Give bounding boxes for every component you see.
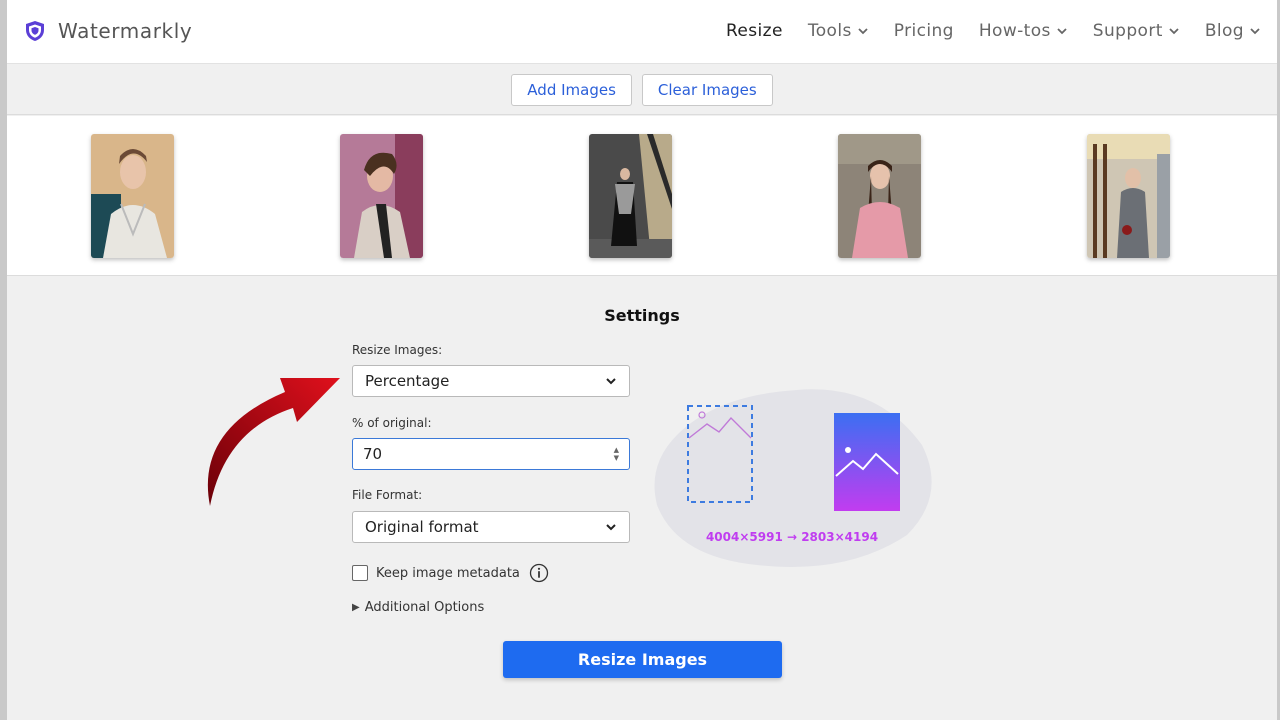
nav-pricing-label: Pricing — [894, 21, 954, 41]
number-stepper[interactable]: ▲▼ — [614, 446, 619, 462]
nav-tools-label: Tools — [808, 21, 852, 41]
keep-metadata-label: Keep image metadata — [376, 566, 520, 581]
image-toolbar: Add Images Clear Images — [7, 65, 1277, 115]
resize-mode-value: Percentage — [365, 372, 449, 390]
resize-preview-illustration — [647, 385, 947, 575]
keep-metadata-checkbox[interactable] — [352, 565, 368, 581]
file-format-value: Original format — [365, 518, 479, 536]
additional-options-toggle[interactable]: ▶ Additional Options — [352, 600, 484, 615]
resize-mode-select[interactable]: Percentage — [352, 365, 630, 397]
nav-resize[interactable]: Resize — [726, 21, 783, 41]
resize-images-button[interactable]: Resize Images — [503, 641, 782, 678]
thumbnail-image[interactable] — [340, 134, 423, 258]
nav-how-tos-label: How-tos — [979, 21, 1051, 41]
nav-support[interactable]: Support — [1093, 21, 1180, 41]
site-header: Watermarkly Resize Tools Pricing How-tos… — [7, 0, 1277, 64]
nav-how-tos[interactable]: How-tos — [979, 21, 1068, 41]
additional-options-label: Additional Options — [365, 600, 485, 615]
thumbnail-image[interactable] — [838, 134, 921, 258]
thumbnail-image[interactable] — [1087, 134, 1170, 258]
nav-pricing[interactable]: Pricing — [894, 21, 954, 41]
nav-blog[interactable]: Blog — [1205, 21, 1261, 41]
main-nav: Resize Tools Pricing How-tos Support Blo… — [701, 21, 1261, 41]
info-icon[interactable] — [529, 563, 549, 583]
clear-images-button[interactable]: Clear Images — [642, 74, 773, 106]
chevron-down-icon — [1168, 25, 1180, 37]
percent-of-original-label: % of original: — [352, 416, 432, 430]
file-format-select[interactable]: Original format — [352, 511, 630, 543]
logo[interactable]: Watermarkly — [23, 19, 192, 43]
chevron-down-icon — [605, 375, 617, 387]
dimensions-label: 4004×5991 → 2803×4194 — [647, 530, 937, 544]
thumbnail-image[interactable] — [589, 134, 672, 258]
chevron-down-icon — [857, 25, 869, 37]
thumbnail-image[interactable] — [91, 134, 174, 258]
nav-support-label: Support — [1093, 21, 1163, 41]
add-images-button[interactable]: Add Images — [511, 74, 632, 106]
shield-icon — [23, 19, 47, 43]
settings-title: Settings — [7, 306, 1277, 325]
chevron-down-icon — [605, 521, 617, 533]
nav-blog-label: Blog — [1205, 21, 1244, 41]
resize-images-label: Resize Images: — [352, 343, 442, 357]
expand-triangle-icon: ▶ — [352, 602, 360, 613]
logo-text: Watermarkly — [58, 19, 192, 43]
nav-tools[interactable]: Tools — [808, 21, 869, 41]
file-format-label: File Format: — [352, 488, 422, 502]
nav-resize-label: Resize — [726, 21, 783, 41]
chevron-down-icon — [1249, 25, 1261, 37]
percent-input[interactable]: 70 ▲▼ — [352, 438, 630, 470]
keep-metadata-row: Keep image metadata — [352, 563, 549, 583]
chevron-down-icon — [1056, 25, 1068, 37]
image-thumbnails — [7, 116, 1277, 276]
annotation-arrow-icon — [185, 360, 345, 510]
browser-viewport: Watermarkly Resize Tools Pricing How-tos… — [7, 0, 1277, 720]
percent-value: 70 — [363, 445, 382, 463]
